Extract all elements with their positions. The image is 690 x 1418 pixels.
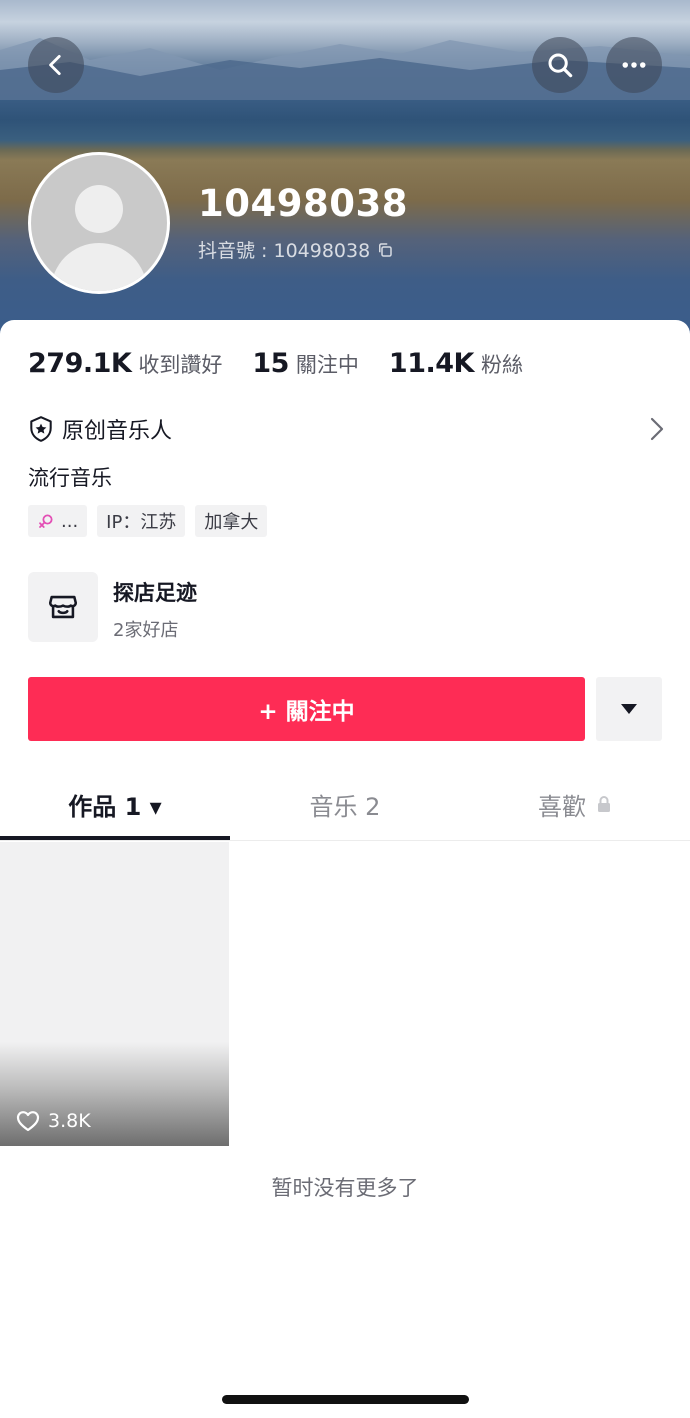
tag-list: ... IP：江苏 加拿大 (28, 505, 268, 537)
heart-outline-icon (16, 1111, 40, 1132)
chevron-right-icon (650, 417, 664, 441)
female-icon (39, 514, 53, 528)
end-of-list-text: 暂时没有更多了 (271, 1176, 419, 1200)
video-like-count: 3.8K (16, 1110, 91, 1132)
douyin-id[interactable]: 抖音號 : 10498038 (198, 236, 394, 263)
username: 10498038 (198, 182, 408, 225)
musician-badge-row[interactable]: 原创音乐人 (28, 411, 668, 447)
stat-label: 粉絲 (480, 353, 523, 377)
follow-button[interactable]: + 關注中 (28, 677, 585, 741)
tab-works[interactable]: 作品 1 ▾ (0, 768, 230, 840)
award-badge-icon (30, 416, 52, 442)
more-dots-icon (622, 62, 646, 68)
tab-likes[interactable]: 喜歡 (460, 768, 690, 840)
stat-value: 279.1K (28, 348, 132, 379)
active-tab-indicator (0, 836, 230, 840)
profile-banner: 10498038 抖音號 : 10498038 (0, 0, 690, 340)
location-tag: 加拿大 (195, 505, 268, 537)
search-icon (548, 53, 573, 78)
profile-tabs: 作品 1 ▾ 音乐 2 喜歡 (0, 768, 690, 841)
back-button[interactable] (28, 37, 84, 93)
store-icon-wrap (28, 572, 98, 642)
stat-following[interactable]: 15 關注中 (252, 348, 359, 379)
copy-icon[interactable] (376, 241, 394, 259)
video-thumbnail[interactable]: 3.8K (0, 842, 229, 1146)
search-button[interactable] (532, 37, 588, 93)
tab-label: 喜歡 (538, 792, 586, 821)
tag-label: 加拿大 (204, 512, 259, 533)
chevron-left-icon (49, 54, 61, 76)
stat-value: 15 (252, 348, 289, 379)
avatar-placeholder-head (75, 185, 123, 233)
gender-tag: ... (28, 505, 88, 537)
shop-visits-entry[interactable]: 探店足迹 2家好店 (28, 572, 668, 642)
lock-icon (598, 796, 610, 812)
tab-music[interactable]: 音乐 2 (230, 768, 460, 840)
shop-subtitle: 2家好店 (113, 620, 179, 641)
avatar[interactable] (28, 152, 170, 294)
tag-label: IP：江苏 (106, 512, 177, 533)
recommend-dropdown-button[interactable] (596, 677, 662, 741)
stat-followers[interactable]: 11.4K 粉絲 (389, 348, 523, 379)
home-indicator[interactable] (222, 1395, 469, 1404)
stat-label: 關注中 (295, 353, 359, 377)
ip-tag: IP：江苏 (97, 505, 186, 537)
like-count-text: 3.8K (48, 1110, 91, 1132)
follow-button-label: + 關注中 (258, 699, 355, 725)
tab-label: 作品 1 ▾ (68, 792, 162, 821)
stat-likes[interactable]: 279.1K 收到讚好 (28, 348, 222, 379)
shop-title: 探店足迹 (113, 581, 197, 605)
bio-text: 流行音乐 (28, 466, 112, 490)
tab-label: 音乐 2 (309, 792, 381, 821)
avatar-placeholder-body (51, 243, 147, 291)
douyin-id-text: 抖音號 : 10498038 (198, 240, 371, 262)
stat-value: 11.4K (388, 348, 475, 379)
more-button[interactable] (606, 37, 662, 93)
badge-label: 原创音乐人 (62, 419, 173, 444)
store-icon (48, 595, 78, 619)
tag-label: ... (61, 510, 79, 532)
stat-label: 收到讚好 (138, 353, 223, 377)
caret-down-icon (621, 704, 637, 714)
stats-row: 279.1K 收到讚好 15 關注中 11.4K 粉絲 (28, 348, 553, 379)
